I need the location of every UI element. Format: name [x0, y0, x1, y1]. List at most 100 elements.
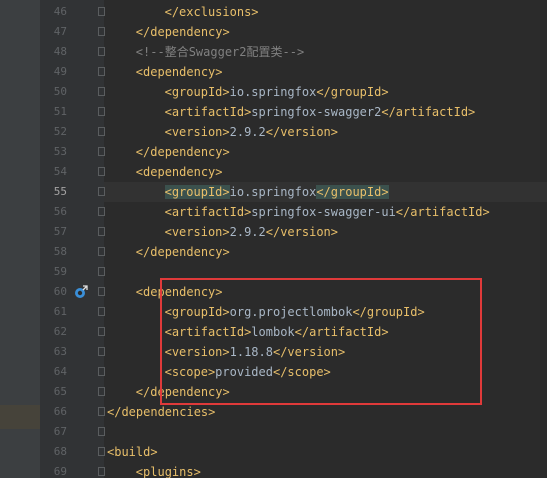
- xml-tag: <groupId>: [164, 85, 230, 99]
- line-number: 63: [53, 345, 67, 358]
- code-line[interactable]: 66 </dependencies>: [0, 402, 547, 422]
- fold-marker-icon[interactable]: [98, 387, 105, 396]
- xml-tag: </artifactId>: [381, 105, 476, 119]
- line-number: 54: [53, 165, 67, 178]
- fold-marker-icon[interactable]: [98, 167, 105, 176]
- code-text[interactable]: </dependency>: [136, 22, 230, 42]
- fold-marker-icon[interactable]: [98, 47, 105, 56]
- code-text[interactable]: <artifactId>springfox-swagger-ui</artifa…: [165, 202, 490, 222]
- fold-marker-icon[interactable]: [98, 87, 105, 96]
- code-line[interactable]: 68 <build>: [0, 442, 547, 462]
- xml-text: springfox-swagger2: [251, 105, 382, 119]
- xml-tag: <artifactId>: [164, 205, 252, 219]
- line-number: 50: [53, 85, 67, 98]
- code-line[interactable]: 53 </dependency>: [0, 142, 547, 162]
- code-text[interactable]: <version>2.9.2</version>: [165, 122, 338, 142]
- line-number: 64: [53, 365, 67, 378]
- code-text[interactable]: </dependency>: [136, 142, 230, 162]
- code-editor[interactable]: 46 </exclusions> 47 </dependency> 48 <!--整合Sw…: [0, 0, 547, 478]
- code-line[interactable]: 54 <dependency>: [0, 162, 547, 182]
- xml-tag: </version>: [265, 125, 338, 139]
- xml-tag: <version>: [164, 125, 230, 139]
- fold-marker-icon[interactable]: [98, 467, 105, 476]
- line-number: 51: [53, 105, 67, 118]
- code-text[interactable]: <build>: [107, 442, 158, 462]
- code-line[interactable]: 50 <groupId>io.springfox</groupId>: [0, 82, 547, 102]
- code-text[interactable]: <groupId>io.springfox</groupId>: [164, 182, 389, 202]
- override-method-icon[interactable]: [74, 285, 88, 299]
- xml-tag: </groupId>: [316, 185, 389, 199]
- fold-marker-icon[interactable]: [98, 267, 105, 276]
- line-number: 57: [53, 225, 67, 238]
- line-number: 55: [53, 185, 67, 198]
- fold-marker-icon[interactable]: [98, 227, 105, 236]
- xml-text: io.springfox: [229, 185, 317, 199]
- fold-marker-icon[interactable]: [98, 407, 105, 416]
- code-line[interactable]: 58 </dependency>: [0, 242, 547, 262]
- xml-tag: <dependency>: [135, 165, 223, 179]
- code-line[interactable]: 69 <plugins>: [0, 462, 547, 478]
- line-number: 69: [53, 465, 67, 478]
- code-text[interactable]: <version>2.9.2</version>: [165, 222, 338, 242]
- line-number: 67: [53, 425, 67, 438]
- line-number: 49: [53, 65, 67, 78]
- fold-marker-icon[interactable]: [98, 147, 105, 156]
- code-line[interactable]: 48 <!--整合Swagger2配置类-->: [0, 42, 547, 62]
- xml-text: 2.9.2: [229, 125, 266, 139]
- fold-marker-icon[interactable]: [98, 367, 105, 376]
- xml-tag: </groupId>: [316, 85, 389, 99]
- fold-marker-icon[interactable]: [98, 447, 105, 456]
- line-number: 62: [53, 325, 67, 338]
- xml-tag: <dependency>: [135, 65, 223, 79]
- xml-tag: <groupId>: [164, 185, 230, 199]
- xml-tag: </dependency>: [135, 245, 230, 259]
- xml-tag: <artifactId>: [164, 105, 252, 119]
- code-line[interactable]: 55 <groupId>io.springfox</groupId>: [0, 182, 547, 202]
- code-text[interactable]: <artifactId>springfox-swagger2</artifact…: [165, 102, 476, 122]
- code-line[interactable]: 56 <artifactId>springfox-swagger-ui</arti…: [0, 202, 547, 222]
- line-number: 58: [53, 245, 67, 258]
- xml-tag: <plugins>: [135, 465, 201, 478]
- code-line[interactable]: 46 </exclusions>: [0, 2, 547, 22]
- line-number: 66: [53, 405, 67, 418]
- code-text[interactable]: <plugins>: [136, 462, 201, 478]
- fold-marker-icon[interactable]: [98, 427, 105, 436]
- fold-marker-icon[interactable]: [98, 287, 105, 296]
- line-number: 47: [53, 25, 67, 38]
- highlight-box: [160, 278, 482, 405]
- code-text[interactable]: <dependency>: [136, 62, 223, 82]
- code-text[interactable]: </dependencies>: [107, 402, 215, 422]
- code-line[interactable]: 49 <dependency>: [0, 62, 547, 82]
- code-line[interactable]: 67: [0, 422, 547, 442]
- code-text[interactable]: </exclusions>: [165, 2, 259, 22]
- line-number: 48: [53, 45, 67, 58]
- fold-marker-icon[interactable]: [98, 67, 105, 76]
- code-line[interactable]: 47 </dependency>: [0, 22, 547, 42]
- line-number: 52: [53, 125, 67, 138]
- xml-tag: </version>: [265, 225, 338, 239]
- code-text[interactable]: <groupId>io.springfox</groupId>: [165, 82, 389, 102]
- xml-text: springfox-swagger-ui: [251, 205, 396, 219]
- line-number: 65: [53, 385, 67, 398]
- code-line[interactable]: 52 <version>2.9.2</version>: [0, 122, 547, 142]
- fold-marker-icon[interactable]: [98, 187, 105, 196]
- code-text[interactable]: <!--整合Swagger2配置类-->: [136, 42, 304, 62]
- fold-marker-icon[interactable]: [98, 127, 105, 136]
- line-number: 61: [53, 305, 67, 318]
- fold-marker-icon[interactable]: [98, 247, 105, 256]
- code-text[interactable]: <dependency>: [136, 162, 223, 182]
- xml-comment: <!--整合Swagger2配置类-->: [135, 45, 305, 59]
- code-line[interactable]: 57 <version>2.9.2</version>: [0, 222, 547, 242]
- line-number: 60: [53, 285, 67, 298]
- code-text[interactable]: </dependency>: [136, 242, 230, 262]
- fold-marker-icon[interactable]: [98, 347, 105, 356]
- fold-marker-icon[interactable]: [98, 327, 105, 336]
- fold-marker-icon[interactable]: [98, 307, 105, 316]
- fold-marker-icon[interactable]: [98, 7, 105, 16]
- line-number: 68: [53, 445, 67, 458]
- fold-marker-icon[interactable]: [98, 27, 105, 36]
- fold-marker-icon[interactable]: [98, 207, 105, 216]
- xml-tag: </dependencies>: [107, 405, 216, 419]
- code-line[interactable]: 51 <artifactId>springfox-swagger2</artifa…: [0, 102, 547, 122]
- fold-marker-icon[interactable]: [98, 107, 105, 116]
